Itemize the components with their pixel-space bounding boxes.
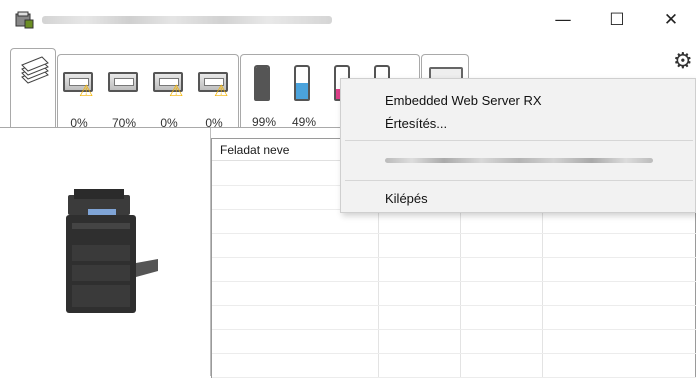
window-title-blurred [42, 16, 332, 24]
menu-separator [345, 140, 693, 141]
paper-tray-icon [108, 72, 138, 92]
table-row [212, 305, 696, 306]
toner-black: 99% [244, 63, 284, 129]
table-row [212, 281, 696, 282]
printer-app-icon [15, 11, 34, 29]
minimize-button[interactable]: — [540, 0, 586, 40]
column-header-job-name[interactable]: Feladat neve [220, 143, 289, 157]
table-row [212, 329, 696, 330]
paper-tray-4: ⚠ 0% [195, 67, 233, 130]
paper-tray-3: ⚠ 0% [150, 67, 188, 130]
warning-icon: ⚠ [169, 81, 184, 100]
paper-tray-2: 70% [105, 67, 143, 130]
printer-image [66, 189, 158, 313]
device-pane [10, 128, 211, 376]
tab-job-status[interactable] [10, 48, 56, 132]
context-menu: Embedded Web Server RX Értesítés... Kilé… [340, 78, 696, 213]
title-bar: — ☐ ✕ [0, 0, 696, 40]
menu-item-notification[interactable]: Értesítés... [385, 116, 447, 131]
toner-cartridge-icon [254, 65, 270, 101]
table-row [212, 233, 696, 234]
menu-item-embedded-web-server[interactable]: Embedded Web Server RX [385, 93, 542, 108]
warning-icon: ⚠ [79, 81, 94, 100]
paper-tray-1: ⚠ 0% [60, 67, 98, 130]
warning-icon: ⚠ [214, 81, 229, 100]
table-row [212, 257, 696, 258]
paper-stack-icon [21, 56, 49, 84]
table-row [212, 353, 696, 354]
tab-paper[interactable]: ⚠ 0% 70% ⚠ 0% ⚠ 0% [57, 54, 239, 130]
toner-cartridge-icon [294, 65, 310, 101]
menu-separator [345, 180, 693, 181]
menu-item-blurred[interactable] [385, 158, 653, 163]
close-button[interactable]: ✕ [648, 0, 694, 40]
maximize-button[interactable]: ☐ [594, 0, 640, 40]
toner-cyan: 49% [284, 63, 324, 129]
menu-item-exit[interactable]: Kilépés [385, 191, 428, 206]
table-row [212, 377, 696, 378]
